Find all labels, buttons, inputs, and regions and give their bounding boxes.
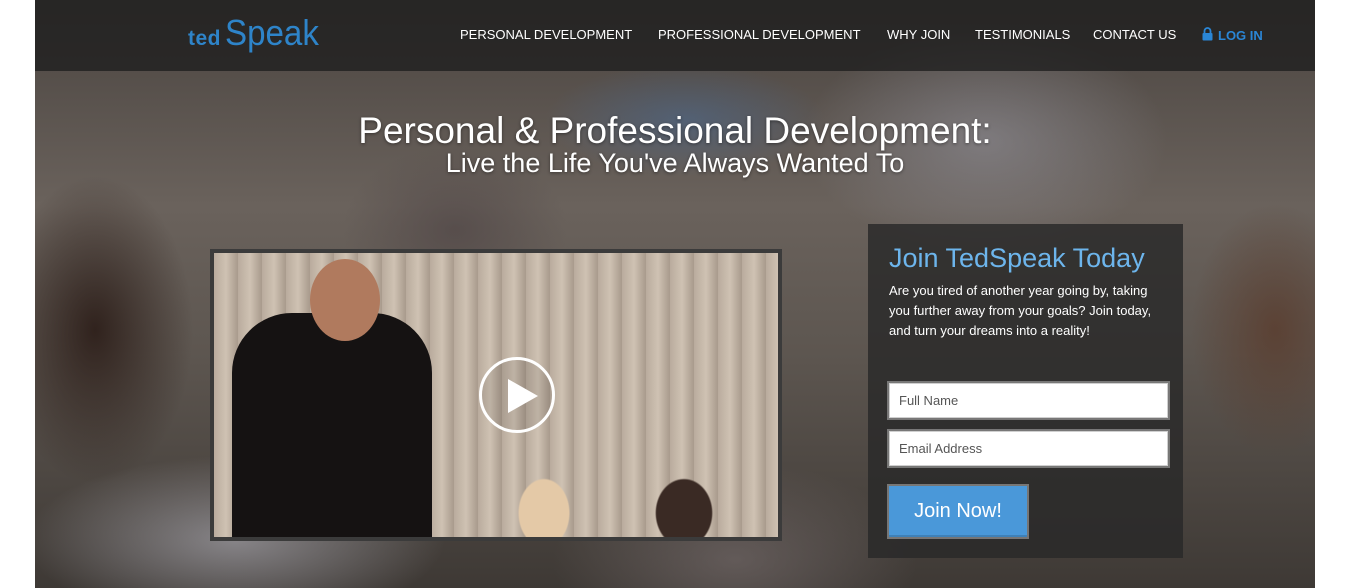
hero-title: Personal & Professional Development: <box>358 110 992 151</box>
signup-panel: Join TedSpeak Today Are you tired of ano… <box>868 224 1183 558</box>
nav-testimonials[interactable]: TESTIMONIALS <box>975 27 1070 42</box>
signup-title: Join TedSpeak Today <box>889 243 1145 273</box>
email-input[interactable] <box>887 429 1170 468</box>
speaker-head <box>310 259 380 341</box>
full-name-input[interactable] <box>887 381 1170 420</box>
signup-description: Are you tired of another year going by, … <box>889 283 1152 338</box>
login-label: LOG IN <box>1218 28 1263 43</box>
top-navbar: ted Speak PERSONAL DEVELOPMENT PROFESSIO… <box>35 0 1315 71</box>
nav-why-join[interactable]: WHY JOIN <box>887 27 950 42</box>
nav-professional-development[interactable]: PROFESSIONAL DEVELOPMENT <box>658 27 861 42</box>
login-link[interactable]: LOG IN <box>1202 27 1263 44</box>
play-button[interactable] <box>479 357 555 433</box>
speaker-figure <box>232 313 432 537</box>
video-player[interactable] <box>210 249 782 541</box>
nav-personal-development[interactable]: PERSONAL DEVELOPMENT <box>460 27 632 42</box>
nav-contact-us[interactable]: CONTACT US <box>1093 27 1176 42</box>
lock-icon <box>1202 27 1218 44</box>
join-now-button[interactable]: Join Now! <box>889 486 1027 537</box>
main-nav: PERSONAL DEVELOPMENT PROFESSIONAL DEVELO… <box>35 27 1315 47</box>
hero-background: ted Speak PERSONAL DEVELOPMENT PROFESSIO… <box>35 0 1315 588</box>
hero-subtitle: Live the Life You've Always Wanted To <box>445 148 905 178</box>
